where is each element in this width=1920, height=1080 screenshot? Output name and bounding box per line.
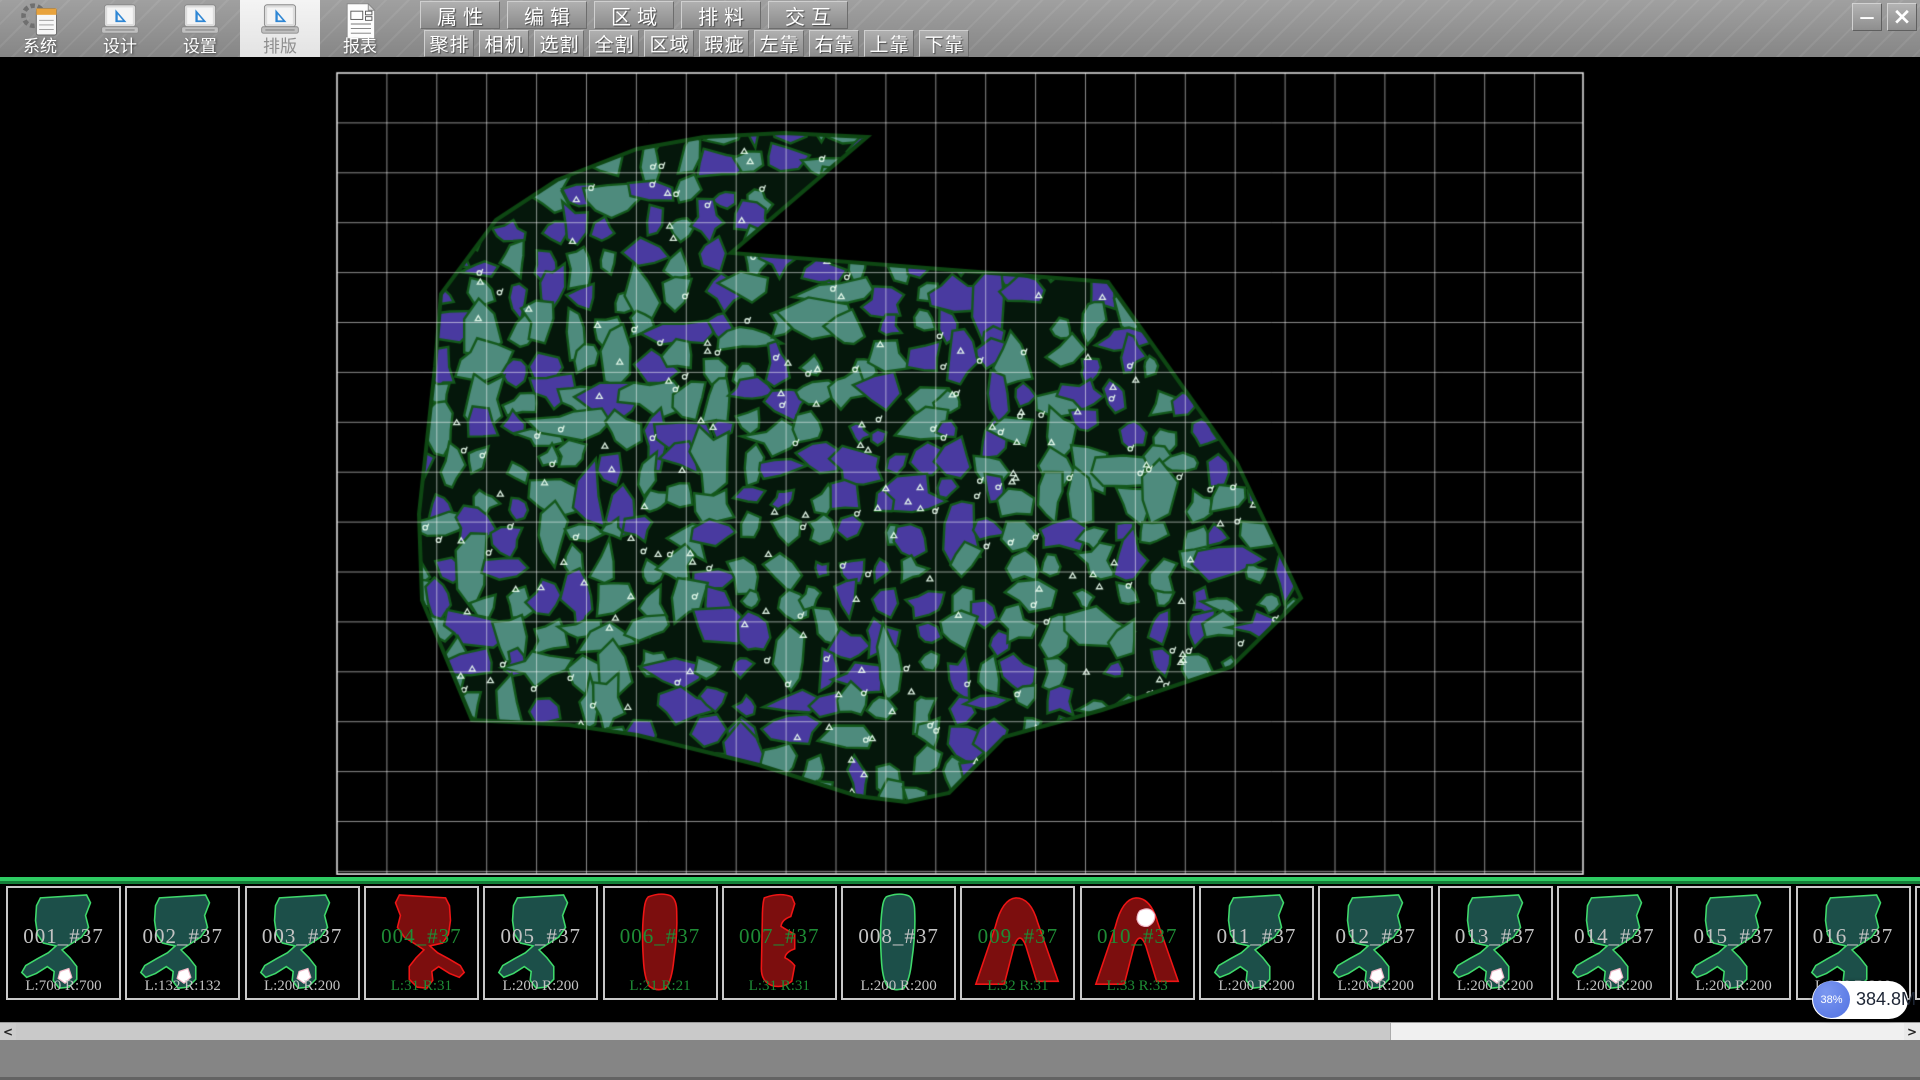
nesting-canvas[interactable]	[0, 57, 1920, 875]
piece-lr-counts: L:200 R:200	[843, 978, 954, 995]
tool-snap-right-button[interactable]: 右靠	[809, 30, 859, 57]
piece-cell-009[interactable]: 009_#37 L:32 R:31	[960, 886, 1075, 1000]
piece-lr-counts: L:200 R:200	[247, 978, 358, 995]
piece-name: 012_#37	[1320, 924, 1431, 949]
piece-name: 007_#37	[724, 924, 835, 949]
piece-cell-002[interactable]: 002_#37 L:132 R:132	[125, 886, 240, 1000]
piece-lr-counts: L:31 R:31	[724, 978, 835, 995]
menu-interact-button[interactable]: 交互	[768, 1, 848, 29]
menu-properties-button[interactable]: 属性	[420, 1, 500, 29]
piece-name: 002_#37	[127, 924, 238, 949]
piece-cell-012[interactable]: 012_#37 L:200 R:200	[1318, 886, 1433, 1000]
tool-cut-all-button[interactable]: 全割	[589, 30, 639, 57]
minimize-button[interactable]: —	[1852, 3, 1882, 31]
horizontal-scrollbar[interactable]: < >	[0, 1022, 1920, 1040]
tool-defect-button[interactable]: 瑕疵	[699, 30, 749, 57]
piece-cell-001[interactable]: 001_#37 L:700 R:700	[6, 886, 121, 1000]
menu-region-button[interactable]: 区域	[594, 1, 674, 29]
piece-lr-counts: L:31 R:31	[366, 978, 477, 995]
scroll-left-button[interactable]: <	[0, 1023, 16, 1040]
menu-row-1: 属性编辑区域排料交互	[420, 1, 855, 29]
strip-separator	[0, 877, 1920, 881]
piece-name: 009_#37	[962, 924, 1073, 949]
tool-camera-button[interactable]: 相机	[479, 30, 529, 57]
memory-badge: 38% 384.8M	[1812, 981, 1908, 1019]
piece-name: 014_#37	[1559, 924, 1670, 949]
tool-snap-down-button[interactable]: 下靠	[919, 30, 969, 57]
piece-name: 005_#37	[485, 924, 596, 949]
piece-cell-007[interactable]: 007_#37 L:31 R:31	[722, 886, 837, 1000]
tool-cluster-nest-button[interactable]: 聚排	[424, 30, 474, 57]
piece-name: 010_#37	[1082, 924, 1193, 949]
piece-name: 001_#37	[8, 924, 119, 949]
menu-nesting-button[interactable]: 排料	[681, 1, 761, 29]
menu-edit-button[interactable]: 编辑	[507, 1, 587, 29]
piece-lr-counts: L:200 R:200	[485, 978, 596, 995]
piece-lr-counts: L:700 R:700	[8, 978, 119, 995]
pieces-film-strip: 001_#37 L:700 R:700 002_#37 L:132 R:132 …	[0, 875, 1920, 1022]
tool-select-cut-button[interactable]: 选割	[534, 30, 584, 57]
titlebar: 系统 设计 设置 排版 报表 属性编辑区域排料交互 聚排相机选割全割区域瑕疵左靠…	[0, 0, 1920, 58]
piece-lr-counts: L:200 R:200	[1678, 978, 1789, 995]
scroll-thumb[interactable]	[16, 1023, 1391, 1040]
menu-row-2: 聚排相机选割全割区域瑕疵左靠右靠上靠下靠	[424, 30, 974, 57]
piece-name: 013_#37	[1440, 924, 1551, 949]
piece-lr-counts: L:200 R:200	[1320, 978, 1431, 995]
piece-cell-015[interactable]: 015_#37 L:200 R:200	[1676, 886, 1791, 1000]
piece-lr-counts: L:33 R:33	[1082, 978, 1193, 995]
piece-name: 008_#37	[843, 924, 954, 949]
piece-lr-counts: L:32 R:31	[962, 978, 1073, 995]
piece-cell[interactable]	[1915, 886, 1920, 1000]
piece-lr-counts: L:21 R:21	[605, 978, 716, 995]
piece-name: 016_#37	[1798, 924, 1909, 949]
piece-name: 004_#37	[366, 924, 477, 949]
tool-snap-up-button[interactable]: 上靠	[864, 30, 914, 57]
nesting-workspace	[0, 57, 1920, 875]
piece-cell-010[interactable]: 010_#37 L:33 R:33	[1080, 886, 1195, 1000]
memory-value: 384.8M	[1856, 989, 1916, 1010]
tool-region-button[interactable]: 区域	[644, 30, 694, 57]
piece-cell-004[interactable]: 004_#37 L:31 R:31	[364, 886, 479, 1000]
piece-cell-008[interactable]: 008_#37 L:200 R:200	[841, 886, 956, 1000]
piece-cell-013[interactable]: 013_#37 L:200 R:200	[1438, 886, 1553, 1000]
piece-name: 011_#37	[1201, 924, 1312, 949]
piece-cell-006[interactable]: 006_#37 L:21 R:21	[603, 886, 718, 1000]
piece-cell-005[interactable]: 005_#37 L:200 R:200	[483, 886, 598, 1000]
piece-lr-counts: L:200 R:200	[1440, 978, 1551, 995]
progress-circle: 38%	[1813, 981, 1850, 1018]
scroll-right-button[interactable]: >	[1904, 1023, 1920, 1040]
menu-area: 属性编辑区域排料交互 聚排相机选割全割区域瑕疵左靠右靠上靠下靠	[0, 0, 1920, 57]
window-controls: — ×	[1852, 3, 1917, 31]
tool-snap-left-button[interactable]: 左靠	[754, 30, 804, 57]
piece-cell-003[interactable]: 003_#37 L:200 R:200	[245, 886, 360, 1000]
piece-name: 006_#37	[605, 924, 716, 949]
piece-lr-counts: L:132 R:132	[127, 978, 238, 995]
close-button[interactable]: ×	[1887, 3, 1917, 31]
nesting-app-window: 系统 设计 设置 排版 报表 属性编辑区域排料交互 聚排相机选割全割区域瑕疵左靠…	[0, 0, 1920, 1080]
piece-cell-014[interactable]: 014_#37 L:200 R:200	[1557, 886, 1672, 1000]
piece-lr-counts: L:200 R:200	[1559, 978, 1670, 995]
piece-cell-011[interactable]: 011_#37 L:200 R:200	[1199, 886, 1314, 1000]
status-bar	[0, 1040, 1920, 1080]
piece-name: 015_#37	[1678, 924, 1789, 949]
piece-lr-counts: L:200 R:200	[1201, 978, 1312, 995]
piece-name: 003_#37	[247, 924, 358, 949]
